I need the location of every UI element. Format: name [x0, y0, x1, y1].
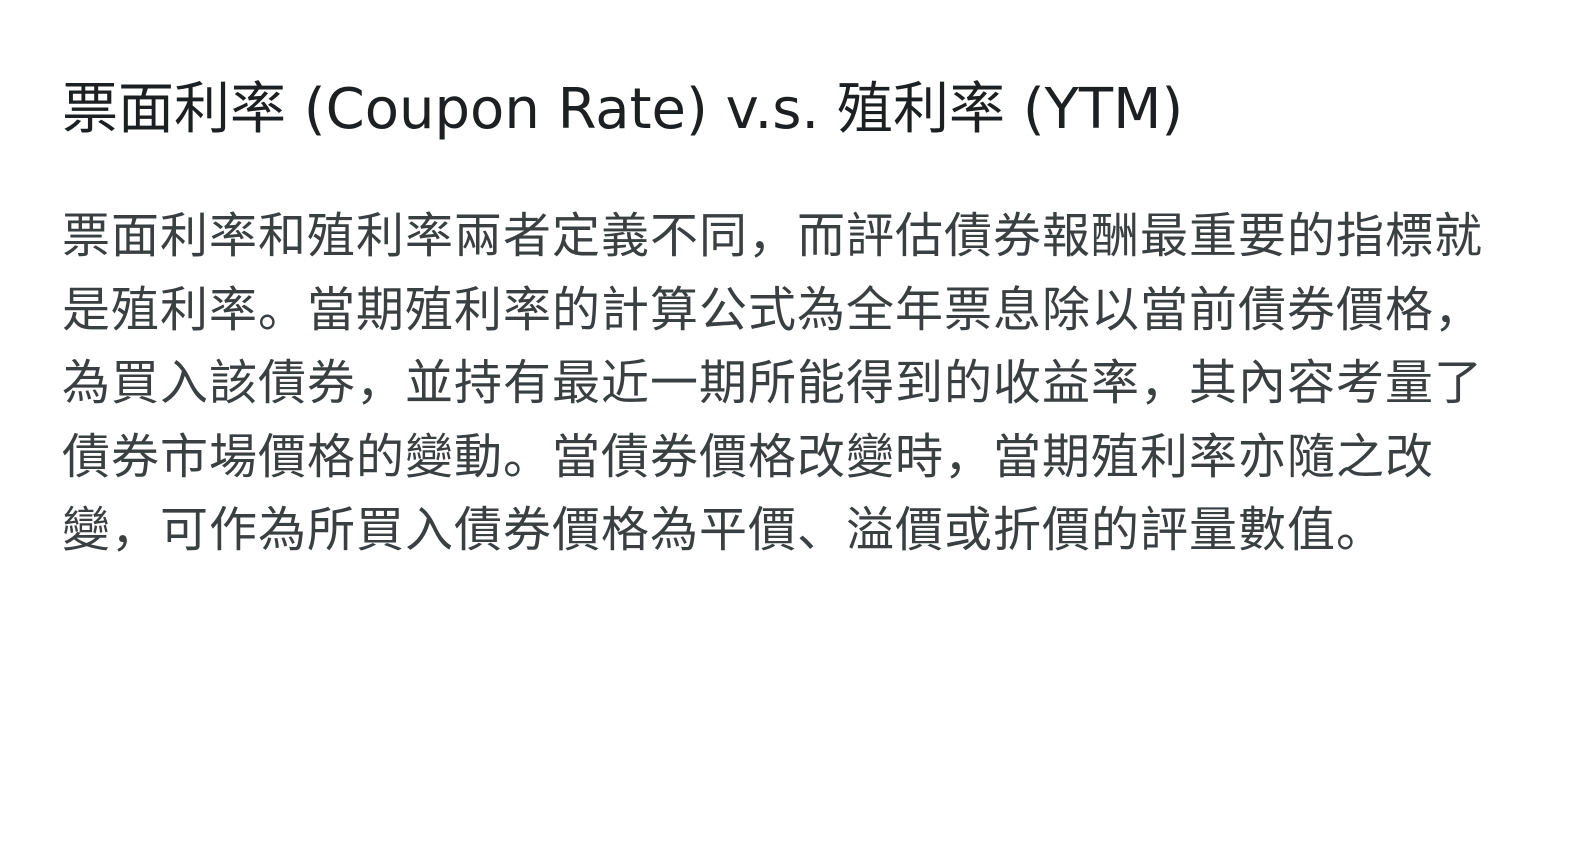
- article-title: 票面利率 (Coupon Rate) v.s. 殖利率 (YTM): [62, 77, 1184, 142]
- article: 票面利率 (Coupon Rate) v.s. 殖利率 (YTM) 票面利率和殖…: [62, 68, 1522, 568]
- article-paragraph: 票面利率和殖利率兩者定義不同，而評估債券報酬最重要的指標就是殖利率。當期殖利率的…: [62, 208, 1484, 559]
